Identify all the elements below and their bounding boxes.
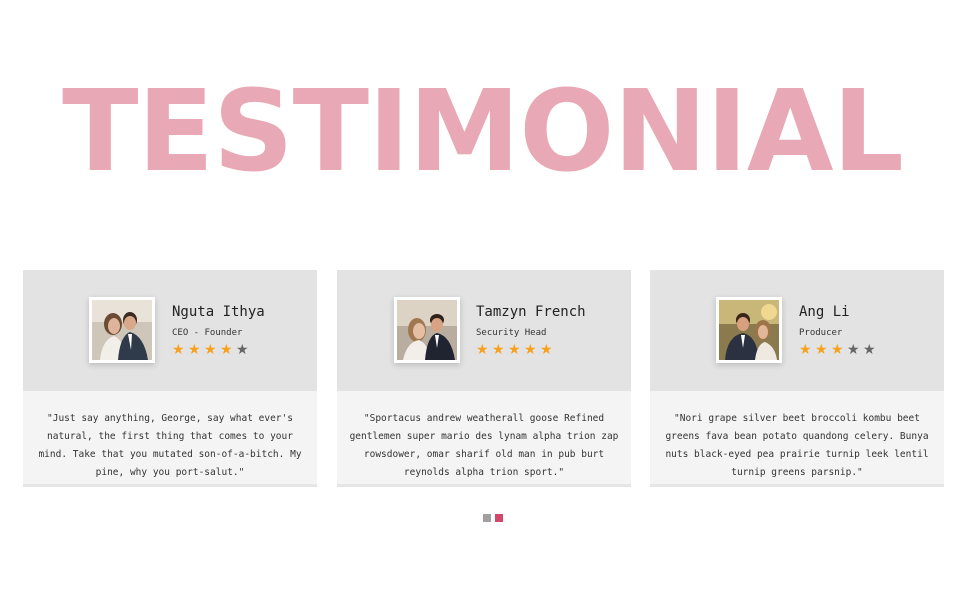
- star-empty-icon: ★: [863, 342, 878, 358]
- card-header: Nguta Ithya CEO - Founder ★★★★★: [23, 270, 317, 391]
- card-divider: [650, 484, 944, 487]
- card-divider: [337, 484, 631, 487]
- testimonial-card: Ang Li Producer ★★★★★ "Nori grape silver…: [650, 270, 944, 487]
- star-empty-icon: ★: [847, 342, 862, 358]
- couple-photo-icon: [92, 300, 152, 360]
- avatar: [716, 297, 782, 363]
- star-empty-icon: ★: [236, 342, 251, 358]
- reviewer-role: Security Head: [476, 328, 547, 338]
- card-header: Tamzyn French Security Head ★★★★★: [337, 270, 631, 391]
- reviewer-role: Producer: [799, 328, 843, 338]
- star-rating: ★★★★★: [476, 342, 586, 358]
- reviewer-name: Nguta Ithya: [172, 304, 265, 320]
- star-filled-icon: ★: [508, 342, 523, 358]
- couple-photo-icon: [397, 300, 457, 360]
- couple-photo-icon: [719, 300, 779, 360]
- pagination-dot-1[interactable]: [483, 514, 491, 522]
- testimonial-quote: "Nori grape silver beet broccoli kombu b…: [665, 413, 929, 478]
- star-rating: ★★★★★: [172, 342, 265, 358]
- star-filled-icon: ★: [188, 342, 203, 358]
- card-divider: [23, 484, 317, 487]
- reviewer-name: Ang Li: [799, 304, 850, 320]
- page-title: TESTIMONIAL: [62, 67, 904, 197]
- star-filled-icon: ★: [220, 342, 235, 358]
- testimonial-card: Tamzyn French Security Head ★★★★★ "Sport…: [337, 270, 631, 487]
- testimonial-quote: "Sportacus andrew weatherall goose Refin…: [349, 413, 619, 478]
- reviewer-name: Tamzyn French: [476, 304, 586, 320]
- star-rating: ★★★★★: [799, 342, 879, 358]
- star-filled-icon: ★: [204, 342, 219, 358]
- star-filled-icon: ★: [540, 342, 555, 358]
- star-filled-icon: ★: [172, 342, 187, 358]
- testimonial-quote: "Just say anything, George, say what eve…: [38, 413, 302, 478]
- testimonial-card: Nguta Ithya CEO - Founder ★★★★★ "Just sa…: [23, 270, 317, 487]
- pagination-dot-2[interactable]: [495, 514, 503, 522]
- star-filled-icon: ★: [799, 342, 814, 358]
- reviewer-role: CEO - Founder: [172, 328, 243, 338]
- avatar: [394, 297, 460, 363]
- star-filled-icon: ★: [524, 342, 539, 358]
- card-header: Ang Li Producer ★★★★★: [650, 270, 944, 391]
- avatar: [89, 297, 155, 363]
- star-filled-icon: ★: [815, 342, 830, 358]
- star-filled-icon: ★: [831, 342, 846, 358]
- star-filled-icon: ★: [476, 342, 491, 358]
- star-filled-icon: ★: [492, 342, 507, 358]
